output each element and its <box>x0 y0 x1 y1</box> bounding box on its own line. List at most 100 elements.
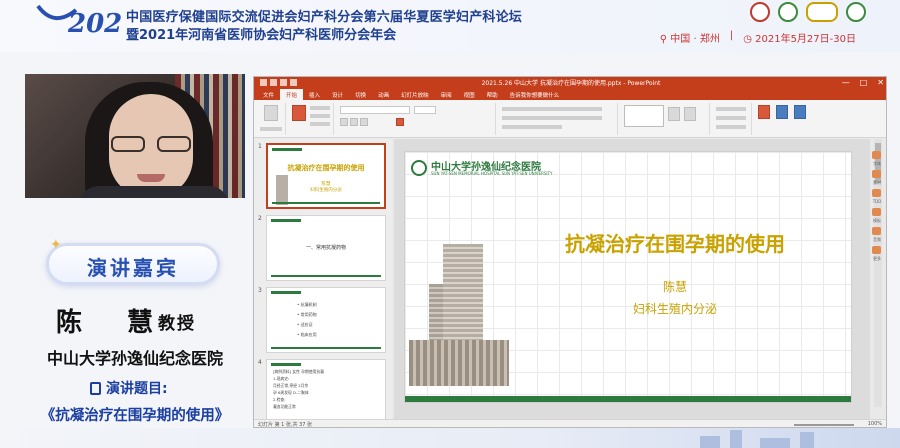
slide-author[interactable]: 陈慧 <box>515 278 835 295</box>
minimize-button[interactable]: — <box>842 78 850 88</box>
tell-me-search[interactable]: 告诉我你想要做什么 <box>504 89 566 100</box>
tab-insert[interactable]: 插入 <box>303 89 326 100</box>
new-slide-icon[interactable] <box>292 105 306 121</box>
rail-label: 模板 <box>873 218 881 223</box>
rail-label: 音频 <box>873 237 881 242</box>
tab-animations[interactable]: 动画 <box>372 89 395 100</box>
thumbnail-bullets: • 抗凝机制 • 常用药物 • 适应证 • 临床应用 <box>297 302 317 342</box>
rail-item-material[interactable]: 素材 <box>866 169 888 188</box>
more-icon <box>872 246 881 254</box>
font-name-select[interactable] <box>340 106 410 114</box>
rail-item-font[interactable]: 字体 <box>866 150 888 169</box>
speaker-name: 陈 慧 <box>56 308 172 338</box>
conference-banner: 2021 中国医疗保健国际交流促进会妇产科分会第六届华夏医学妇产科论坛 暨202… <box>0 0 900 52</box>
sponsor-logos <box>750 2 866 22</box>
thumbnail-title: 抗凝治疗在围孕期的使用 <box>287 164 365 172</box>
zoom-slider[interactable] <box>794 424 854 426</box>
close-button[interactable]: ✕ <box>877 78 884 88</box>
hospital-building-image <box>409 244 509 386</box>
rail-item-more[interactable]: 更多 <box>866 245 888 264</box>
thumbnail-preview[interactable]: 一、常用抗凝药物 <box>266 215 386 281</box>
city-skyline-decoration <box>0 428 900 448</box>
tdd-icon <box>872 189 881 197</box>
sponsor-seal-icon <box>806 2 838 22</box>
ribbon-group-clipboard <box>256 103 286 135</box>
arrange-icon[interactable] <box>668 107 680 121</box>
bold-icon[interactable] <box>340 118 348 126</box>
hospital-logo-subtitle: SUN YAT-SEN MEMORIAL HOSPITAL SUN YAT-SE… <box>431 171 553 176</box>
tab-transitions[interactable]: 切换 <box>349 89 372 100</box>
speaker-organization: 中山大学孙逸仙纪念医院 <box>46 349 223 368</box>
dictate-icon[interactable] <box>776 105 788 119</box>
thumbnail-subtitle: 妇科生殖内分泌 <box>310 188 342 193</box>
status-bar: 幻灯片 第 1 张,共 37 张 100% <box>254 419 886 428</box>
font-icon <box>872 151 881 159</box>
rail-label: 更多 <box>873 256 881 261</box>
paste-icon[interactable] <box>264 105 278 121</box>
thumbnail-number: 1 <box>258 143 262 150</box>
banner-title-line1: 中国医疗保健国际交流促进会妇产科分会第六届华夏医学妇产科论坛 <box>126 10 523 25</box>
thumbnail-preview[interactable]: [病例资料] 女性 孕期使用抗凝 1.现病史: 月经正常,停经 2月余 孕 6周… <box>266 359 386 425</box>
current-slide[interactable]: 中山大学孙逸仙纪念医院 SUN YAT-SEN MEMORIAL HOSPITA… <box>404 151 852 403</box>
skyline-shape <box>700 436 720 448</box>
ribbon-group-drawing <box>620 103 710 135</box>
ribbon-label <box>310 122 330 126</box>
skyline-shape <box>800 432 814 448</box>
skyline-shape <box>730 430 742 448</box>
font-color-icon[interactable] <box>396 118 404 126</box>
ribbon-tabs: 文件 开始 插入 设计 切换 动画 幻灯片放映 审阅 视图 帮助 告诉我你想要做… <box>254 89 886 100</box>
thumbnail-footer-bar <box>271 275 381 277</box>
thumbnail-preview[interactable]: • 抗凝机制 • 常用药物 • 适应证 • 临床应用 <box>266 287 386 353</box>
text-line: 孕 6周发现 D-二聚体 <box>273 390 309 395</box>
thumbnail-number: 4 <box>258 359 262 366</box>
slide-counter: 幻灯片 第 1 张,共 37 张 <box>258 422 313 428</box>
thumbnail-preview[interactable]: 抗凝治疗在围孕期的使用 陈慧 妇科生殖内分泌 <box>266 143 386 209</box>
tab-help[interactable]: 帮助 <box>481 89 504 100</box>
ribbon-label <box>310 114 330 118</box>
thumbnail-footer-bar <box>272 202 380 204</box>
topic-title: 《抗凝治疗在围孕期的使用》 <box>40 408 230 424</box>
slide-footer-bar <box>405 396 851 402</box>
ribbon-group-slides <box>288 103 334 135</box>
rail-item-tdd[interactable]: TDD <box>866 188 888 207</box>
slide-title[interactable]: 抗凝治疗在围孕期的使用 <box>515 228 835 257</box>
ribbon-group-paragraph <box>498 103 618 135</box>
tab-file[interactable]: 文件 <box>257 89 280 100</box>
tab-slideshow[interactable]: 幻灯片放映 <box>395 89 435 100</box>
sponsor-seal-icon <box>750 2 770 22</box>
acrobat-icon[interactable] <box>758 105 770 119</box>
font-size-select[interactable] <box>414 106 436 114</box>
tab-design[interactable]: 设计 <box>326 89 349 100</box>
topic-label: 演讲题目: <box>90 378 168 398</box>
location-pin-icon: ⚲ <box>659 34 668 45</box>
svg-text:2021: 2021 <box>67 9 124 39</box>
tab-view[interactable]: 视图 <box>458 89 481 100</box>
rail-label: 字体 <box>873 161 881 166</box>
ribbon-label <box>310 106 330 110</box>
event-info: ⚲ 中国 · 郑州 | ◷ 2021年5月27日-30日 <box>660 30 856 45</box>
underline-icon[interactable] <box>360 118 368 126</box>
ribbon-label <box>716 125 746 129</box>
tab-home[interactable]: 开始 <box>280 89 304 100</box>
quick-styles-icon[interactable] <box>684 107 696 121</box>
slide-department[interactable]: 妇科生殖内分泌 <box>515 300 835 317</box>
material-icon <box>872 170 881 178</box>
rail-item-template[interactable]: 模板 <box>866 207 888 226</box>
rail-item-audio[interactable]: 音频 <box>866 226 888 245</box>
window-controls: — □ ✕ <box>842 78 884 88</box>
thumbnail-logo <box>271 363 301 366</box>
slide-thumbnail-pane: 1 抗凝治疗在围孕期的使用 陈慧 妇科生殖内分泌 2 一、常用抗凝药物 3 • … <box>254 139 392 425</box>
ribbon-label <box>502 116 602 120</box>
rail-label: TDD <box>872 199 882 204</box>
maximize-button[interactable]: □ <box>860 78 868 88</box>
audio-icon <box>872 227 881 235</box>
tab-review[interactable]: 审阅 <box>435 89 458 100</box>
designer-icon[interactable] <box>794 105 806 119</box>
ribbon-label <box>716 107 746 111</box>
bullet-item: • 常用药物 <box>297 312 317 317</box>
guest-badge: ✦ 演讲嘉宾 <box>46 237 220 285</box>
zoom-level[interactable]: 100% <box>868 421 882 427</box>
speaker-webcam-video <box>25 74 245 198</box>
shapes-gallery[interactable] <box>624 105 664 127</box>
italic-icon[interactable] <box>350 118 358 126</box>
